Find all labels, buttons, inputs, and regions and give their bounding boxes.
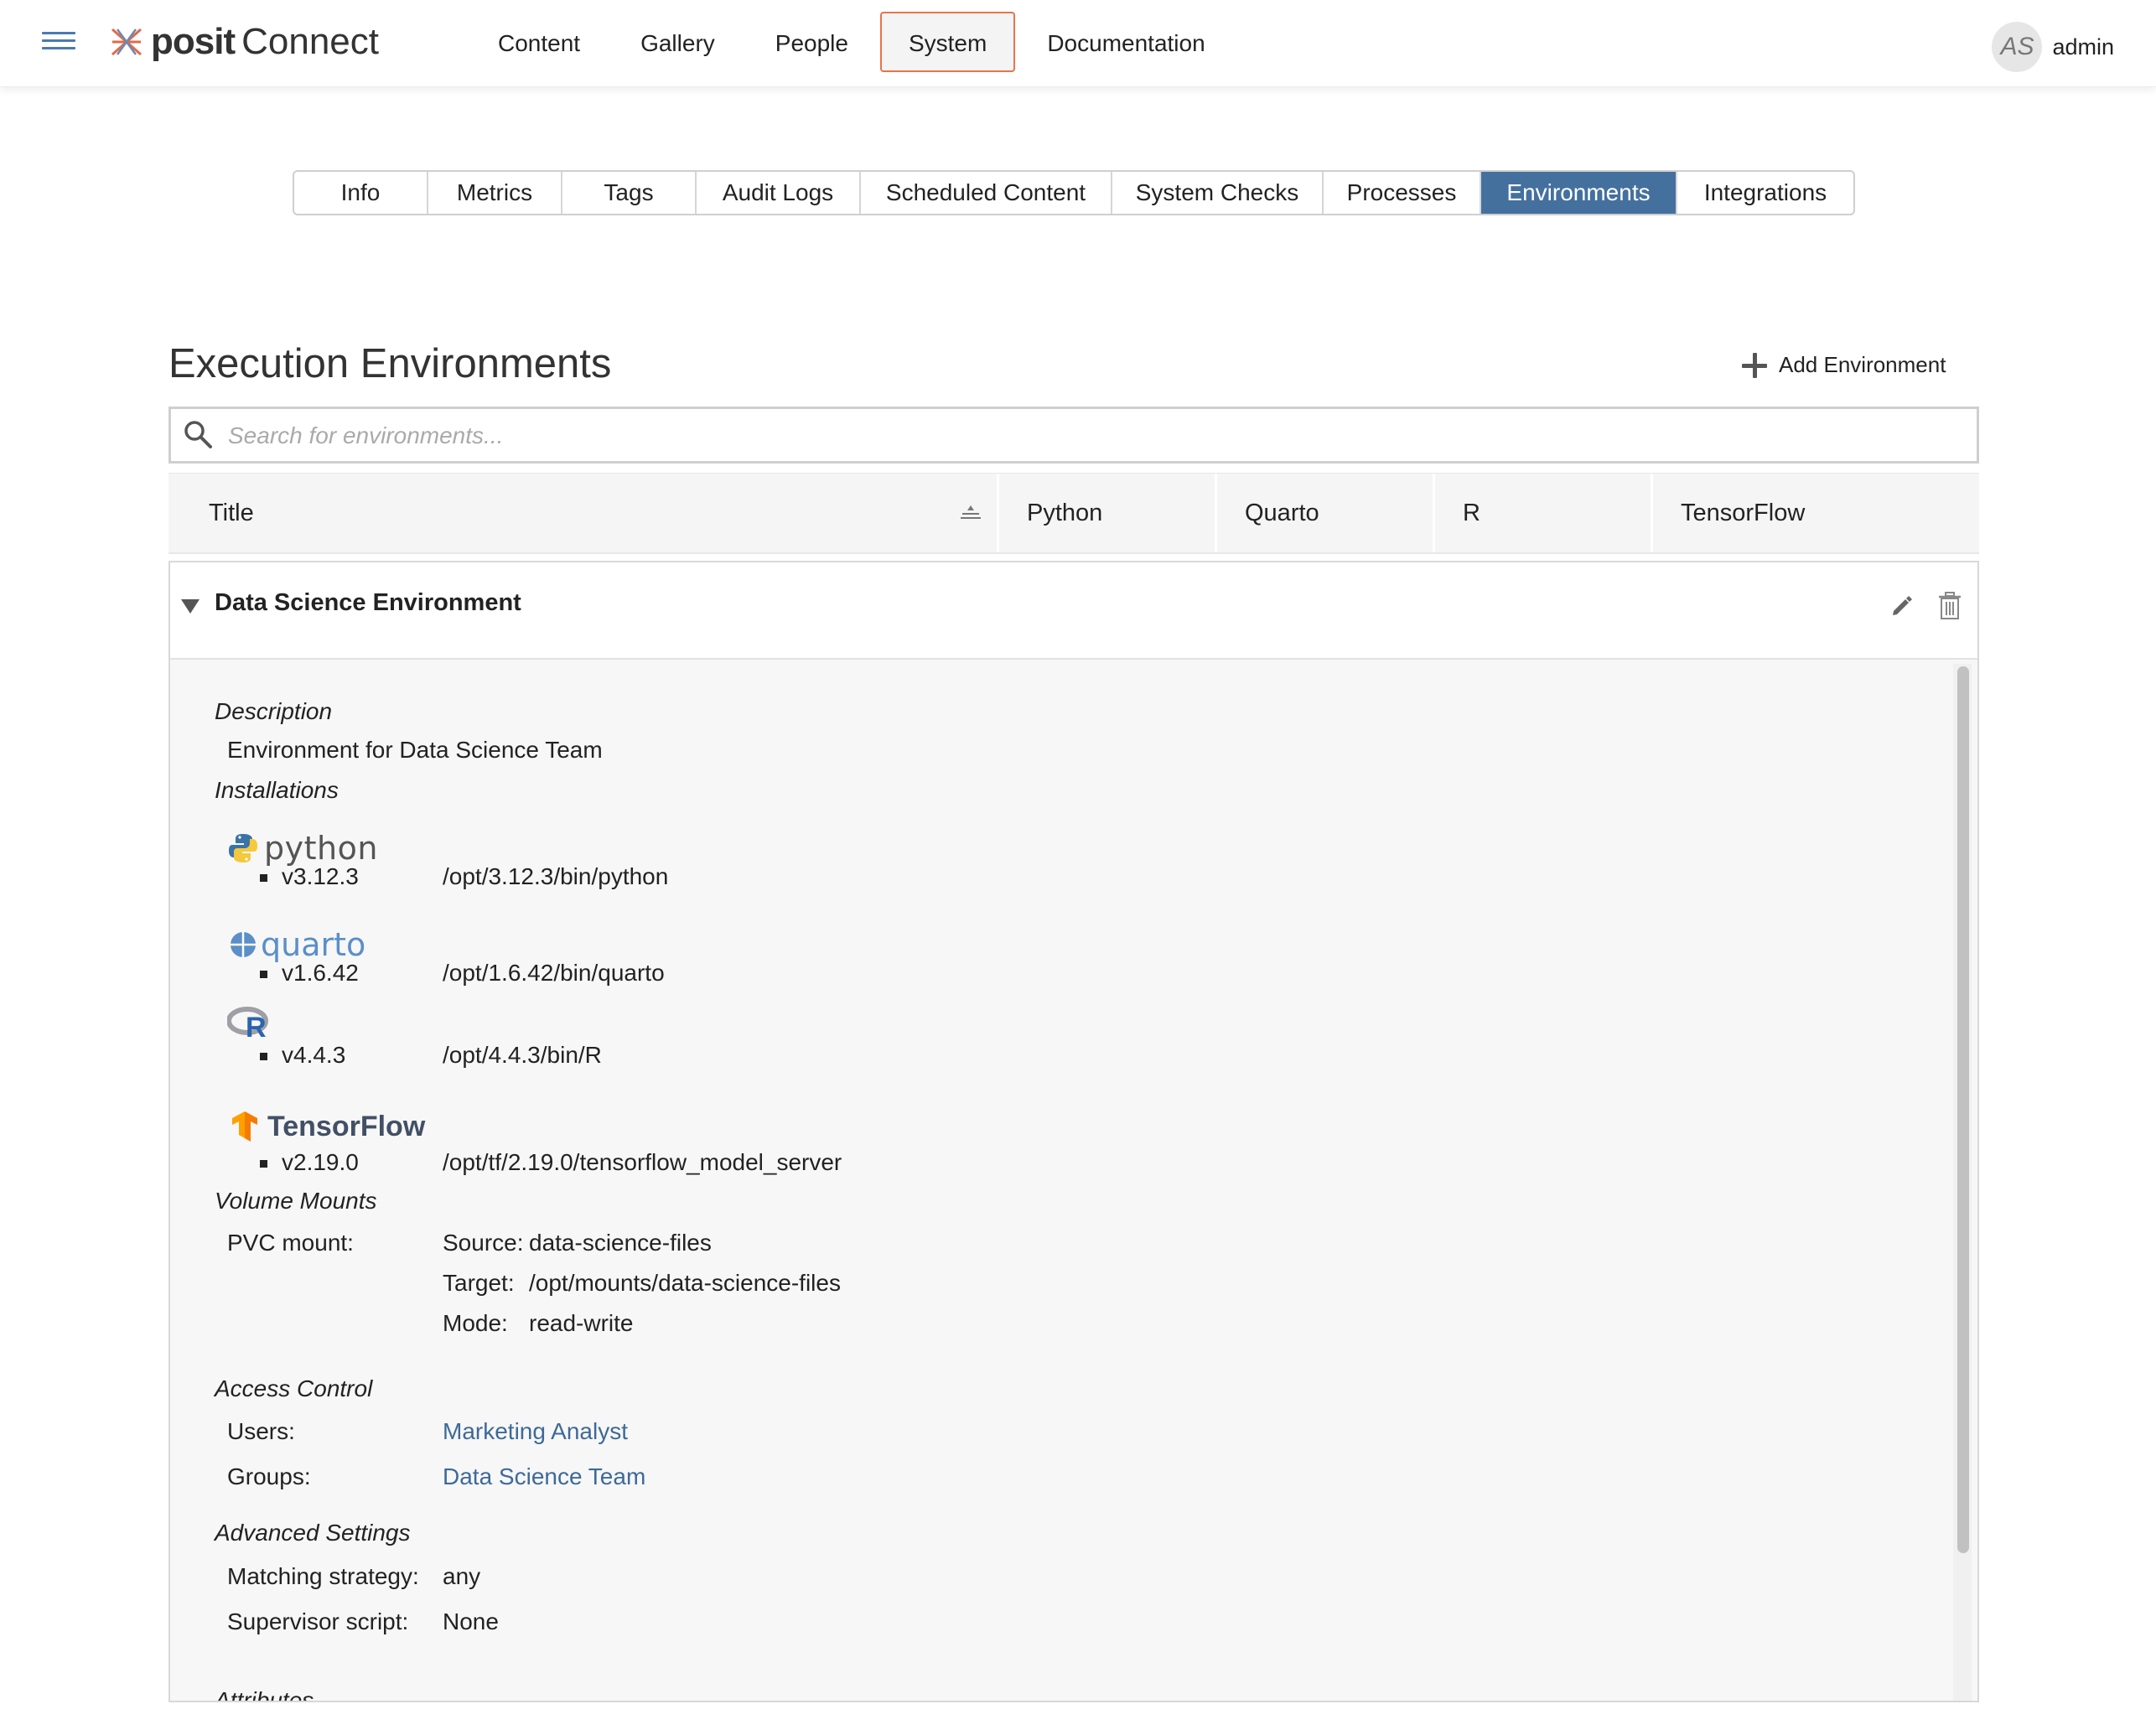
column-r[interactable]: R <box>1463 474 1480 552</box>
source-value: data-science-files <box>529 1230 712 1256</box>
target-value: /opt/mounts/data-science-files <box>529 1270 841 1296</box>
column-quarto[interactable]: Quarto <box>1245 474 1319 552</box>
quarto-version: v1.6.42 <box>282 960 359 986</box>
group-link[interactable]: Data Science Team <box>443 1463 645 1490</box>
main-nav: Content Gallery People System Documentat… <box>469 12 1237 72</box>
python-version: v3.12.3 <box>282 863 359 889</box>
supervisor-script-label: Supervisor script: <box>227 1608 409 1634</box>
tensorflow-logo-icon <box>232 1111 257 1142</box>
volume-mounts-heading: Volume Mounts <box>215 1188 377 1214</box>
svg-text:R: R <box>246 1012 267 1040</box>
list-bullet <box>260 1160 267 1168</box>
r-version: v4.4.3 <box>282 1042 346 1068</box>
matching-strategy-value: any <box>443 1563 481 1589</box>
target-label: Target: <box>443 1270 515 1296</box>
nav-content[interactable]: Content <box>469 12 609 72</box>
scrollbar-thumb[interactable] <box>1957 666 1969 1553</box>
posit-connect-logo[interactable]: posit Connect <box>109 18 379 65</box>
nav-people[interactable]: People <box>747 12 877 72</box>
plus-icon <box>1742 352 1767 378</box>
python-logo-icon <box>229 834 257 862</box>
trash-icon[interactable] <box>1937 591 1962 621</box>
tensorflow-version: v2.19.0 <box>282 1149 359 1175</box>
sort-icon[interactable] <box>960 504 982 522</box>
tab-info[interactable]: Info <box>294 172 428 214</box>
tab-metrics[interactable]: Metrics <box>428 172 562 214</box>
tab-scheduled-content[interactable]: Scheduled Content <box>861 172 1112 214</box>
users-label: Users: <box>227 1418 295 1444</box>
list-bullet <box>260 874 267 882</box>
search-input[interactable] <box>226 409 1956 463</box>
add-environment-button[interactable]: Add Environment <box>1742 352 1946 378</box>
environment-row[interactable]: Data Science Environment <box>170 562 1977 660</box>
environment-details: Description Environment for Data Science… <box>170 660 1977 1702</box>
advanced-settings-heading: Advanced Settings <box>215 1520 411 1546</box>
quarto-brand-text: quarto <box>261 926 366 963</box>
supervisor-script-value: None <box>443 1608 499 1634</box>
logo-product-text: Connect <box>241 21 379 62</box>
description-text: Environment for Data Science Team <box>227 737 603 763</box>
nav-system[interactable]: System <box>879 12 1016 72</box>
column-separator <box>1215 474 1217 552</box>
r-logo-icon: R <box>227 1007 268 1040</box>
list-bullet <box>260 971 267 978</box>
python-path: /opt/3.12.3/bin/python <box>443 863 669 889</box>
environment-card: Data Science Environment Description Env… <box>168 561 1979 1702</box>
column-separator <box>1651 474 1653 552</box>
access-control-heading: Access Control <box>215 1375 373 1401</box>
tensorflow-path: /opt/tf/2.19.0/tensorflow_model_server <box>443 1149 842 1175</box>
logo-brand-text: posit <box>151 21 236 62</box>
tab-tags[interactable]: Tags <box>562 172 697 214</box>
groups-label: Groups: <box>227 1463 311 1489</box>
column-separator <box>1433 474 1435 552</box>
tab-environments[interactable]: Environments <box>1481 172 1677 214</box>
attributes-heading: Attributes <box>215 1687 314 1702</box>
list-bullet <box>260 1053 267 1060</box>
posit-logo-icon <box>111 28 142 56</box>
tab-audit-logs[interactable]: Audit Logs <box>697 172 861 214</box>
table-header: Title Python Quarto R TensorFlow <box>168 473 1979 554</box>
installations-heading: Installations <box>215 777 339 803</box>
search-icon <box>184 421 212 448</box>
r-path: /opt/4.4.3/bin/R <box>443 1042 602 1068</box>
nav-documentation[interactable]: Documentation <box>1018 12 1233 72</box>
caret-down-icon[interactable] <box>180 598 200 614</box>
avatar[interactable]: AS <box>1992 22 2043 72</box>
tab-system-checks[interactable]: System Checks <box>1112 172 1324 214</box>
username[interactable]: admin <box>2052 34 2114 60</box>
python-logo: python <box>227 830 378 867</box>
column-separator <box>997 474 999 552</box>
column-tensorflow[interactable]: TensorFlow <box>1681 474 1805 552</box>
user-menu[interactable]: AS admin <box>1992 22 2114 72</box>
pvc-mount-label: PVC mount: <box>227 1230 354 1256</box>
quarto-path: /opt/1.6.42/bin/quarto <box>443 960 665 986</box>
python-brand-text: python <box>264 830 378 867</box>
quarto-logo: quarto <box>229 926 365 963</box>
search-box <box>168 407 1979 464</box>
source-label: Source: <box>443 1230 524 1256</box>
tab-processes[interactable]: Processes <box>1324 172 1481 214</box>
column-python[interactable]: Python <box>1027 474 1102 552</box>
add-environment-label: Add Environment <box>1779 352 1946 377</box>
column-title[interactable]: Title <box>209 474 254 552</box>
environment-title[interactable]: Data Science Environment <box>215 589 521 617</box>
matching-strategy-label: Matching strategy: <box>227 1563 419 1589</box>
user-link[interactable]: Marketing Analyst <box>443 1418 628 1445</box>
edit-icon[interactable] <box>1889 593 1915 619</box>
hamburger-menu-icon[interactable] <box>42 32 75 52</box>
tab-integrations[interactable]: Integrations <box>1677 172 1853 214</box>
quarto-logo-icon <box>231 932 256 957</box>
mode-label: Mode: <box>443 1310 508 1336</box>
description-heading: Description <box>215 698 333 724</box>
tensorflow-logo: TensorFlow <box>229 1110 425 1143</box>
nav-gallery[interactable]: Gallery <box>612 12 744 72</box>
page-title: Execution Environments <box>168 341 612 386</box>
system-subtabs: Info Metrics Tags Audit Logs Scheduled C… <box>293 170 1855 215</box>
top-nav-bar: posit Connect Content Gallery People Sys… <box>0 0 2156 87</box>
tensorflow-brand-text: TensorFlow <box>267 1110 426 1142</box>
mode-value: read-write <box>529 1310 634 1336</box>
